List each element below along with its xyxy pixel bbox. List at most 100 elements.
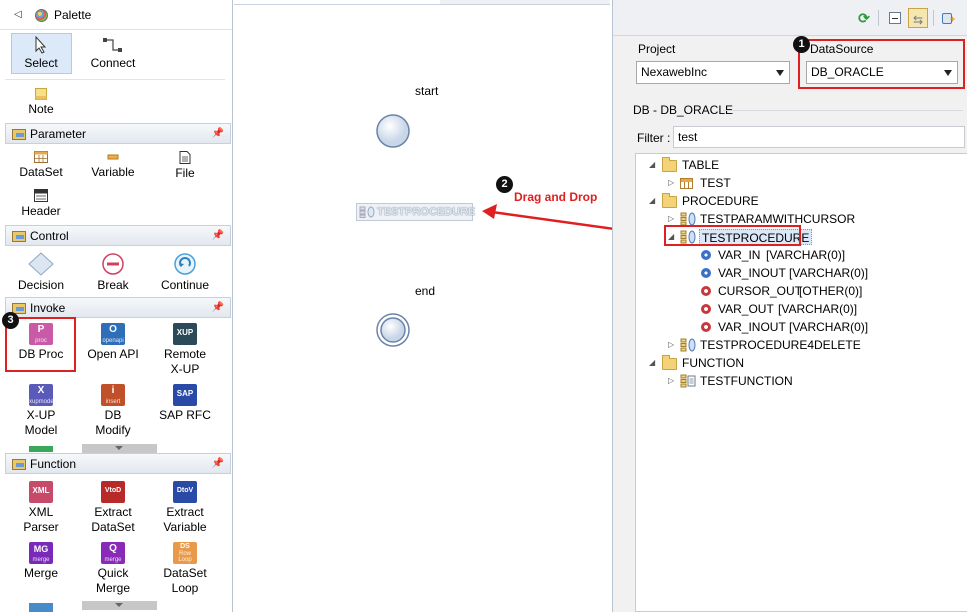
invoke-scroll-down[interactable] bbox=[82, 444, 157, 453]
variable-label: Variable bbox=[91, 165, 135, 179]
collapsed-toggle-icon[interactable]: ▷ bbox=[668, 174, 674, 192]
file-icon bbox=[179, 151, 191, 164]
function-scroll-down[interactable] bbox=[82, 601, 157, 610]
filter-label: Filter : bbox=[637, 131, 671, 145]
collapse-palette-icon[interactable]: ◁ bbox=[14, 9, 22, 20]
datasource-panel: ⟳ ⇆ + Project NexawebInc DataSource DB_O… bbox=[612, 0, 967, 612]
xup-model-tool[interactable]: Xxupmodel X-UP Model bbox=[7, 384, 75, 438]
function-section-title: Function bbox=[30, 457, 77, 471]
ds-icon-sub: Row Loop bbox=[178, 551, 192, 563]
dropped-procedure-node[interactable]: TESTPROCEDURE bbox=[356, 203, 475, 221]
connect-label: Connect bbox=[90, 56, 136, 70]
merge-tool[interactable]: MG merge Merge bbox=[7, 542, 75, 581]
q-icon-text: Q bbox=[109, 543, 117, 554]
connect-tool[interactable]: Connect bbox=[79, 36, 147, 71]
extract-dataset-tool[interactable]: VtoD Extract DataSet bbox=[79, 481, 147, 535]
collapsed-toggle-icon[interactable]: ▷ bbox=[668, 372, 674, 390]
dataset-loop-tool[interactable]: DS Row Loop DataSet Loop bbox=[151, 542, 219, 596]
mg-icon-text: MG bbox=[33, 544, 49, 554]
param-name: VAR_INOUT bbox=[718, 266, 786, 280]
folder-icon bbox=[662, 193, 677, 208]
filter-input[interactable]: test bbox=[673, 126, 965, 148]
tree-param-row[interactable]: VAR_IN [VARCHAR(0)] bbox=[636, 246, 966, 264]
folder-icon bbox=[662, 157, 677, 172]
in-parameter-icon bbox=[701, 268, 711, 278]
new-connection-icon[interactable]: + bbox=[938, 8, 958, 28]
pin-icon[interactable]: 📌 bbox=[212, 230, 224, 241]
break-tool[interactable]: Break bbox=[79, 252, 147, 293]
tree-folder-function[interactable]: ◢ FUNCTION bbox=[636, 354, 966, 372]
pin-icon[interactable]: 📌 bbox=[212, 302, 224, 313]
tree-param-row[interactable]: CURSOR_OUT [OTHER(0)] bbox=[636, 282, 966, 300]
pin-icon[interactable]: 📌 bbox=[212, 128, 224, 139]
tree-folder-procedure[interactable]: ◢ PROCEDURE bbox=[636, 192, 966, 210]
xupmodel-icon-sub: xupmodel bbox=[29, 399, 53, 405]
parameter-section-header[interactable]: Parameter 📌 bbox=[5, 123, 231, 144]
invoke-section-header[interactable]: Invoke 📌 bbox=[5, 297, 231, 318]
dataset-tool[interactable]: DataSet bbox=[7, 151, 75, 180]
dtov-icon-text: DtoV bbox=[176, 487, 194, 494]
flow-canvas[interactable]: start TESTPROCEDURE end 2 Drag and Drop bbox=[234, 0, 610, 612]
xml-parser-tool[interactable]: XML XML Parser bbox=[7, 481, 75, 535]
note-tool[interactable]: Note bbox=[7, 88, 75, 117]
extract-variable-label: Extract Variable bbox=[163, 505, 207, 534]
refresh-icon[interactable]: ⟳ bbox=[854, 8, 874, 28]
continue-label: Continue bbox=[160, 278, 210, 292]
dbmodify-icon-letter: i bbox=[111, 385, 115, 396]
invoke-partial-icon bbox=[29, 446, 53, 452]
tree-folder-table[interactable]: ◢ TABLE bbox=[636, 156, 966, 174]
procedure-icon bbox=[680, 338, 696, 352]
expanded-toggle-icon[interactable]: ◢ bbox=[649, 156, 655, 174]
vtod-icon-text: VtoD bbox=[104, 487, 122, 494]
tree-param-row[interactable]: VAR_INOUT [VARCHAR(0)] bbox=[636, 264, 966, 282]
pin-icon[interactable]: 📌 bbox=[212, 458, 224, 469]
openapi-icon-sub: openapi bbox=[102, 338, 124, 344]
link-with-editor-icon[interactable]: ⇆ bbox=[908, 8, 928, 28]
tree-item-func1-label: TESTFUNCTION bbox=[700, 374, 793, 388]
end-node[interactable] bbox=[375, 312, 411, 348]
header-tool[interactable]: Header bbox=[7, 189, 75, 219]
note-label: Note bbox=[28, 102, 54, 116]
out-parameter-icon bbox=[701, 322, 711, 332]
collapsed-toggle-icon[interactable]: ▷ bbox=[668, 336, 674, 354]
project-label: Project bbox=[638, 42, 676, 56]
start-node[interactable] bbox=[375, 113, 411, 149]
tree-item-test-table[interactable]: ▷ TEST bbox=[636, 174, 966, 192]
tree-item-proc-testprocedure4delete[interactable]: ▷ TESTPROCEDURE4DELETE bbox=[636, 336, 966, 354]
collapse-all-icon[interactable] bbox=[885, 8, 905, 28]
start-label: start bbox=[415, 84, 439, 98]
chevron-down-icon bbox=[776, 70, 784, 76]
sap-rfc-tool[interactable]: SAP SAP RFC bbox=[151, 384, 219, 423]
extract-variable-tool[interactable]: DtoV Extract Variable bbox=[151, 481, 219, 535]
db-object-tree[interactable]: ◢ TABLE ▷ TEST ◢ PROCEDURE ▷ TESTPARAMWI… bbox=[635, 153, 967, 612]
project-select[interactable]: NexawebInc bbox=[636, 61, 790, 84]
control-section-header[interactable]: Control 📌 bbox=[5, 225, 231, 246]
q-icon-sub: merge bbox=[104, 557, 122, 563]
db-modify-tool[interactable]: i insert DB Modify bbox=[79, 384, 147, 438]
xml-icon: XML bbox=[29, 481, 53, 503]
dataset-loop-label: DataSet Loop bbox=[163, 566, 207, 595]
tree-param-row[interactable]: VAR_OUT [VARCHAR(0)] bbox=[636, 300, 966, 318]
db-section-line bbox=[723, 110, 963, 111]
tree-param-row[interactable]: VAR_INOUT [VARCHAR(0)] bbox=[636, 318, 966, 336]
merge-icon: MG merge bbox=[29, 542, 53, 564]
expanded-toggle-icon[interactable]: ◢ bbox=[649, 192, 655, 210]
quick-merge-tool[interactable]: Qmerge Quick Merge bbox=[79, 542, 147, 596]
continue-tool[interactable]: Continue bbox=[151, 252, 219, 293]
remote-xup-tool[interactable]: XUP Remote X-UP bbox=[151, 323, 219, 377]
file-tool[interactable]: File bbox=[151, 151, 219, 181]
function-icon bbox=[680, 374, 696, 388]
tree-item-func-testfunction[interactable]: ▷ TESTFUNCTION bbox=[636, 372, 966, 390]
expanded-toggle-icon[interactable]: ◢ bbox=[649, 354, 655, 372]
openapi-tool[interactable]: Oopenapi Open API bbox=[79, 323, 147, 362]
variable-tool[interactable]: Variable bbox=[79, 151, 147, 180]
select-tool-item[interactable]: Select bbox=[7, 36, 75, 71]
param-name: VAR_IN bbox=[718, 248, 761, 262]
function-section-header[interactable]: Function 📌 bbox=[5, 453, 231, 474]
decision-tool[interactable]: Decision bbox=[7, 252, 75, 293]
drawer-icon bbox=[12, 459, 26, 470]
file-label: File bbox=[175, 166, 195, 180]
drawer-icon bbox=[12, 231, 26, 242]
vtod-icon: VtoD bbox=[101, 481, 125, 503]
out-parameter-icon bbox=[701, 304, 711, 314]
